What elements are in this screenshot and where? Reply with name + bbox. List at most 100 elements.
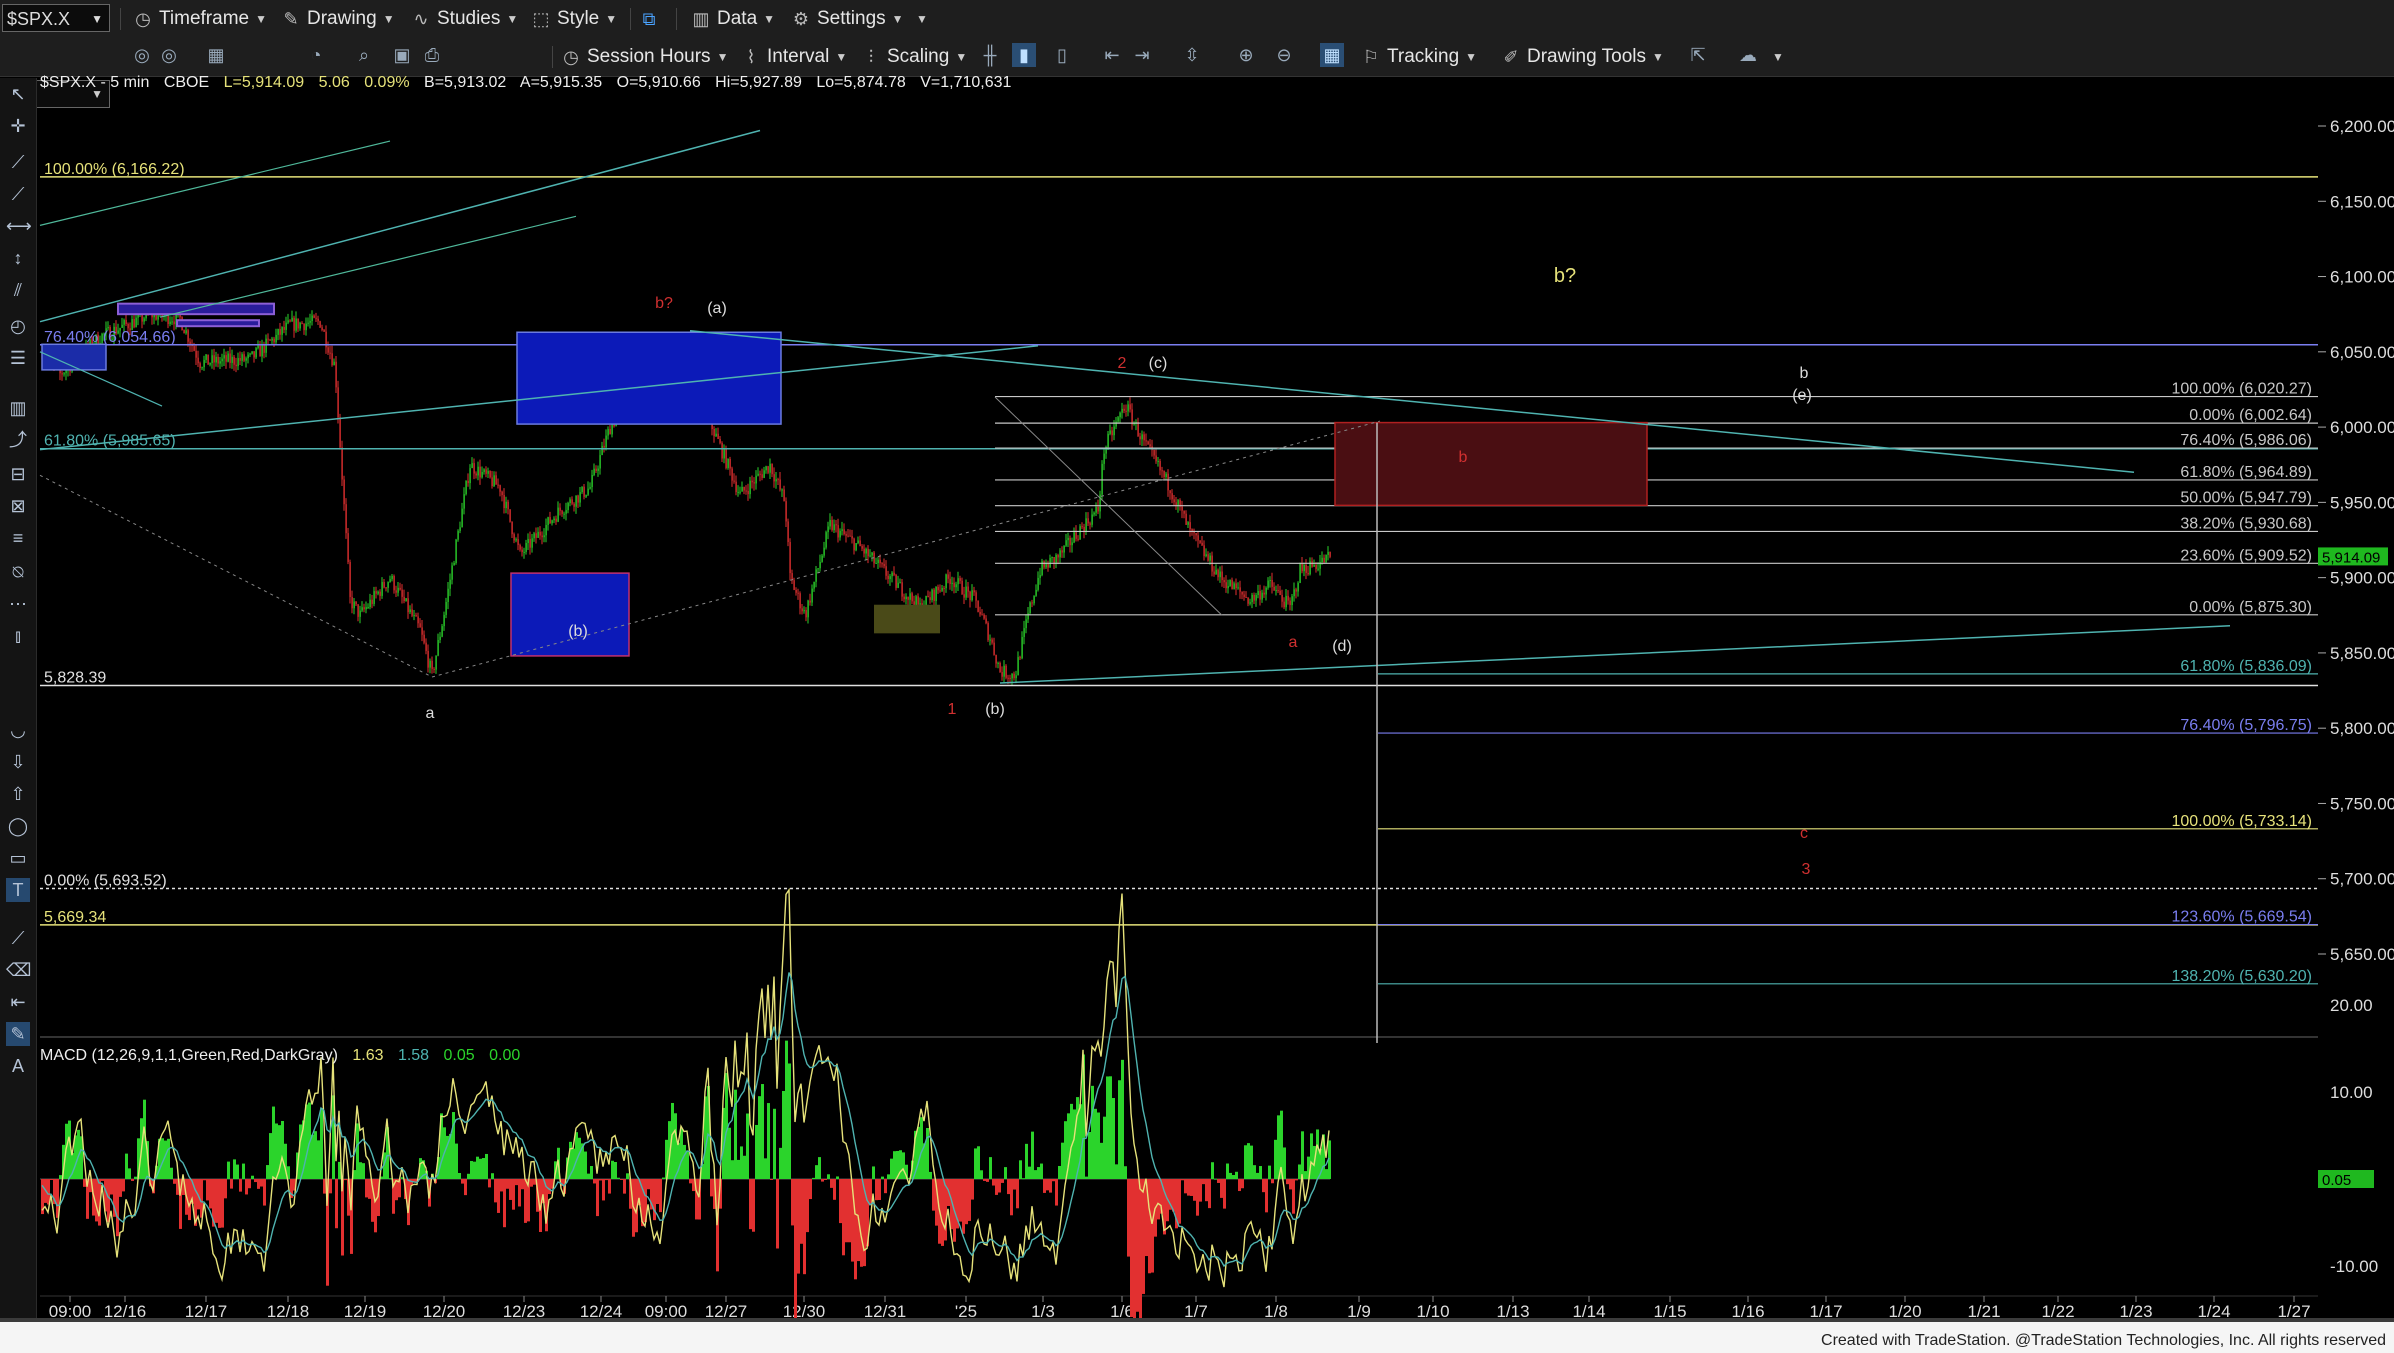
macd-histogram-bar <box>1061 1142 1064 1179</box>
price-tick-label: 5,900.00 <box>2330 569 2394 588</box>
candle-body <box>499 485 501 492</box>
candle-body <box>1259 591 1261 600</box>
candle-body <box>171 321 173 323</box>
macd-histogram-bar <box>128 1168 131 1179</box>
candle-body <box>771 463 773 475</box>
high-price: Hi=5,927.89 <box>715 74 802 91</box>
candle-body <box>1191 529 1193 531</box>
candle-body <box>1111 430 1113 436</box>
macd-histogram-bar <box>1100 1142 1103 1179</box>
candle-body <box>883 563 885 567</box>
candle-body <box>1307 572 1309 575</box>
macd-histogram-bar <box>1004 1167 1007 1179</box>
candle-body <box>1109 430 1111 434</box>
candle-body <box>819 561 821 569</box>
macd-histogram-bar <box>680 1128 683 1179</box>
macd-histogram-bar <box>368 1179 371 1199</box>
candle-body <box>859 540 861 547</box>
macd-histogram-bar <box>1238 1179 1241 1192</box>
candle-body <box>1221 571 1223 581</box>
candle-body <box>1329 551 1331 557</box>
candle-body <box>847 535 849 537</box>
candle-body <box>413 615 415 617</box>
macd-histogram-bar <box>767 1103 770 1179</box>
candle-body <box>729 458 731 469</box>
candle-body <box>807 600 809 618</box>
macd-histogram-bar <box>1055 1179 1058 1206</box>
macd-histogram-bar <box>608 1179 611 1194</box>
candle-body <box>1181 506 1183 511</box>
candle-body <box>523 551 525 553</box>
candle-body <box>261 344 263 357</box>
macd-histogram-bar <box>257 1179 260 1189</box>
macd-histogram-bar <box>1019 1160 1022 1179</box>
candle-body <box>929 597 931 601</box>
macd-histogram-bar <box>167 1138 170 1179</box>
macd-histogram-bar <box>941 1179 944 1246</box>
candle-body <box>909 593 911 600</box>
candle-body <box>1205 554 1207 557</box>
candle-body <box>231 356 233 363</box>
candle-body <box>199 363 201 369</box>
candle-body <box>607 429 609 436</box>
candle-body <box>1033 595 1035 604</box>
wave-label: (c) <box>1149 355 1168 372</box>
candle-body <box>1157 461 1159 463</box>
level-label: 5,828.39 <box>44 669 106 686</box>
candle-body <box>723 448 725 459</box>
macd-histogram-bar <box>224 1179 227 1199</box>
candle-body <box>967 586 969 592</box>
candle-body <box>1155 455 1157 462</box>
candle-body <box>1095 506 1097 513</box>
candle-body <box>531 538 533 548</box>
candle-body <box>423 634 425 643</box>
macd-histogram-bar <box>1265 1179 1268 1213</box>
candle-body <box>121 324 123 328</box>
macd-histogram-bar <box>1013 1179 1016 1190</box>
candle-body <box>539 531 541 536</box>
candle-body <box>1113 426 1115 436</box>
candle-body <box>219 361 221 364</box>
macd-histogram-bar <box>1007 1179 1010 1195</box>
candle-body <box>281 327 283 335</box>
candle-body <box>775 479 777 482</box>
candle-body <box>733 480 735 482</box>
candle-body <box>593 468 595 476</box>
candle-body <box>1327 551 1329 555</box>
macd-histogram-bar <box>683 1144 686 1179</box>
candle-body <box>287 320 289 323</box>
price-chart[interactable]: 6,200.00 6,150.00 6,100.00 6,050.00 6,000.00… <box>0 0 2394 1353</box>
macd-histogram-bar <box>356 1123 359 1179</box>
candle-body <box>953 582 955 588</box>
candle-body <box>341 447 343 480</box>
macd-histogram-bar <box>215 1179 218 1223</box>
candle-body <box>1267 580 1269 588</box>
macd-histogram-bar <box>548 1179 551 1195</box>
candle-body <box>743 486 745 491</box>
macd-histogram-bar <box>1031 1131 1034 1179</box>
candle-body <box>1019 657 1021 659</box>
macd-histogram-bar <box>1295 1179 1298 1181</box>
candle-body <box>1305 564 1307 573</box>
macd-histogram-bar <box>1184 1179 1187 1194</box>
candle-body <box>1093 512 1095 515</box>
candle-body <box>937 586 939 591</box>
macd-histogram-bar <box>461 1179 464 1184</box>
wave-label: c <box>1800 825 1808 842</box>
macd-histogram-bar <box>1268 1165 1271 1179</box>
candle-body <box>1065 540 1067 546</box>
wave-label: b <box>1459 449 1468 466</box>
candle-body <box>1201 542 1203 546</box>
candle-body <box>1287 595 1289 601</box>
candle-body <box>785 501 787 522</box>
candle-body <box>1079 526 1081 540</box>
candle-body <box>1269 580 1271 582</box>
candle-body <box>227 353 229 362</box>
level-label: 100.00% (6,166.22) <box>44 161 185 178</box>
candle-body <box>411 609 413 616</box>
macd-histogram-bar <box>170 1167 173 1179</box>
macd-histogram-bar <box>317 1140 320 1179</box>
macd-histogram-bar <box>992 1179 995 1186</box>
candle-body <box>567 502 569 511</box>
candle-body <box>401 589 403 597</box>
